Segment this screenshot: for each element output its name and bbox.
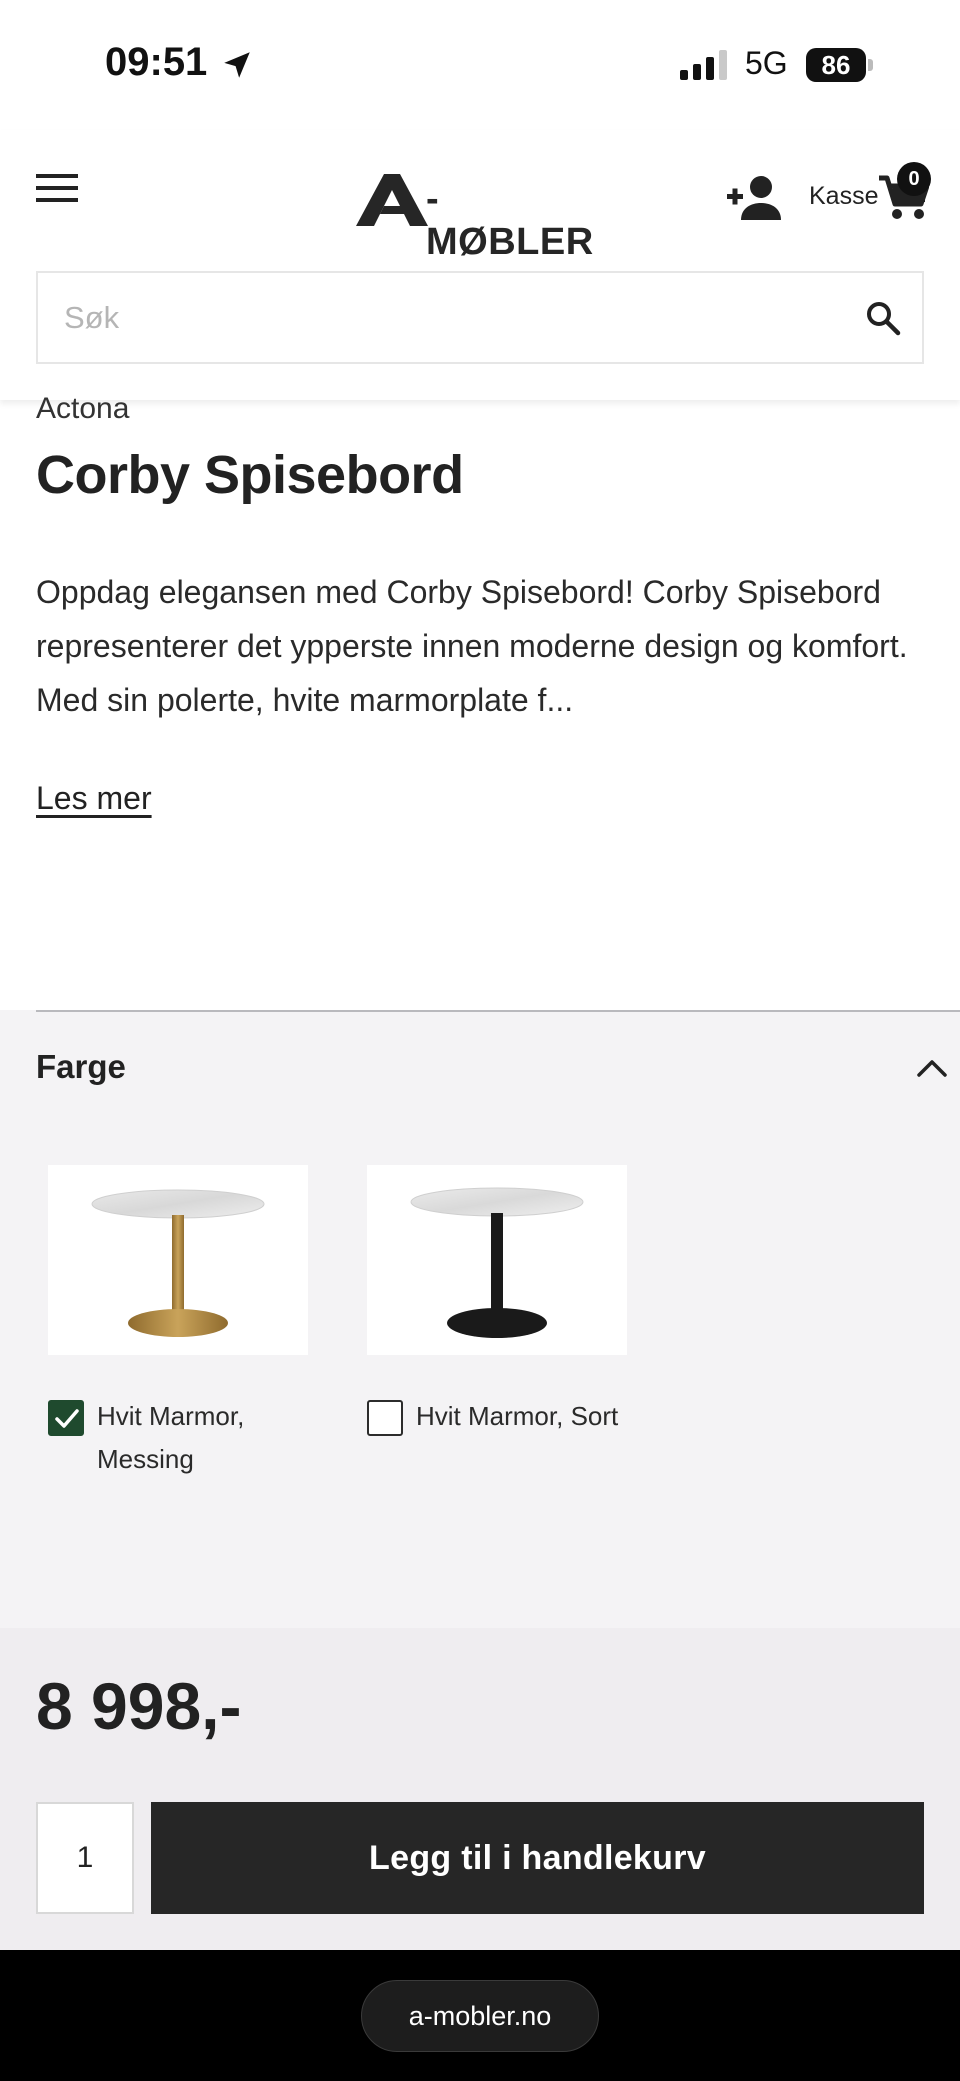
- product-title: Corby Spisebord: [36, 445, 464, 505]
- search-input[interactable]: [38, 273, 838, 362]
- table-black-image-icon: [410, 1187, 584, 1338]
- cellular-signal-icon: [680, 50, 727, 80]
- status-bar: 09:51 5G 86: [0, 0, 960, 130]
- checkout-label[interactable]: Kasse: [809, 182, 878, 211]
- color-section: Farge Hvit Marmor, Messing Hvit Marmor, …: [0, 1010, 960, 1628]
- logo-text: -MØBLER: [426, 178, 594, 263]
- table-brass-image-icon: [91, 1189, 265, 1337]
- battery-level: 86: [806, 48, 866, 82]
- color-option-label[interactable]: Hvit Marmor, Messing: [97, 1395, 307, 1481]
- quantity-input[interactable]: 1: [36, 1802, 134, 1914]
- product-description: Oppdag elegansen med Corby Spisebord! Co…: [36, 574, 908, 718]
- chevron-up-icon[interactable]: [917, 1058, 947, 1078]
- logo-a-mark-icon: [356, 174, 428, 226]
- address-bar[interactable]: a-mobler.no: [361, 1980, 599, 2052]
- divider: [36, 1010, 960, 1012]
- product-price: 8 998,-: [36, 1669, 242, 1743]
- location-arrow-icon: [224, 52, 250, 78]
- hamburger-menu-icon[interactable]: [36, 172, 78, 204]
- add-to-cart-button[interactable]: Legg til i handlekurv: [151, 1802, 924, 1914]
- color-option-label[interactable]: Hvit Marmor, Sort: [416, 1395, 626, 1438]
- browser-bottom-bar: a-mobler.no: [0, 1950, 960, 2081]
- search-icon[interactable]: [865, 300, 901, 336]
- site-logo[interactable]: -MØBLER: [356, 170, 606, 263]
- color-heading[interactable]: Farge: [36, 1048, 126, 1086]
- search-box: [36, 271, 924, 364]
- color-option-brass[interactable]: Hvit Marmor, Messing: [48, 1165, 308, 1474]
- network-type: 5G: [745, 45, 788, 81]
- product-brand[interactable]: Actona: [36, 392, 129, 426]
- site-header: -MØBLER Kasse 0: [0, 130, 960, 400]
- battery-icon: 86: [806, 48, 874, 82]
- color-option-image[interactable]: [48, 1165, 308, 1355]
- color-option-black[interactable]: Hvit Marmor, Sort: [367, 1165, 627, 1436]
- read-more-link[interactable]: Les mer: [36, 780, 152, 817]
- purchase-section: 8 998,- 1 Legg til i handlekurv: [0, 1628, 960, 1950]
- cart-count-badge: 0: [897, 162, 931, 196]
- color-option-checkbox[interactable]: [367, 1400, 403, 1436]
- color-option-image[interactable]: [367, 1165, 627, 1355]
- status-time: 09:51: [105, 40, 208, 84]
- add-user-icon[interactable]: [725, 174, 781, 222]
- color-option-checkbox[interactable]: [48, 1400, 84, 1436]
